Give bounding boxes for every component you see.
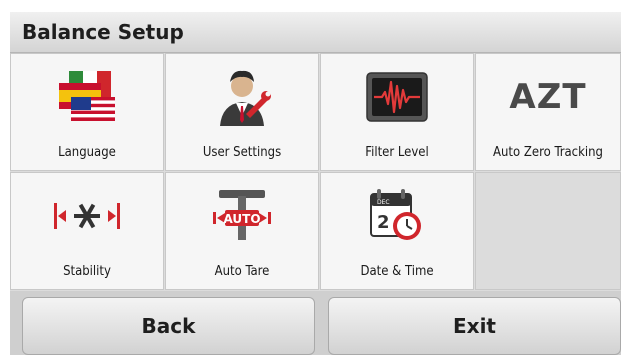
svg-text:AUTO: AUTO xyxy=(223,212,260,226)
empty-tile xyxy=(475,172,621,290)
page-title: Balance Setup xyxy=(22,20,184,44)
tile-stability[interactable]: Stability xyxy=(10,172,164,290)
calendar-clock-icon: DEC 2 xyxy=(321,181,473,251)
svg-text:DEC: DEC xyxy=(377,199,390,206)
tile-user-settings[interactable]: User Settings xyxy=(165,53,319,171)
stability-icon xyxy=(11,181,163,251)
waveform-icon xyxy=(321,62,473,132)
tile-label: Language xyxy=(58,145,116,160)
tile-label: Auto Zero Tracking xyxy=(493,145,603,160)
bottom-bar: Back Exit xyxy=(10,291,621,355)
tile-label: Stability xyxy=(63,264,111,279)
tile-auto-tare[interactable]: AUTO Auto Tare xyxy=(165,172,319,290)
tile-label: Filter Level xyxy=(365,145,429,160)
tile-auto-zero-tracking[interactable]: AZT Auto Zero Tracking xyxy=(475,53,621,171)
tile-filter-level[interactable]: Filter Level xyxy=(320,53,474,171)
tile-date-time[interactable]: DEC 2 Date & Time xyxy=(320,172,474,290)
azt-icon: AZT xyxy=(509,77,587,117)
balance-setup-screen: Balance Setup Language User Settings Fil… xyxy=(10,12,621,355)
tile-label: Auto Tare xyxy=(214,264,270,279)
auto-tare-icon: AUTO xyxy=(166,181,318,251)
tile-label: User Settings xyxy=(202,145,282,160)
tile-language[interactable]: Language xyxy=(10,53,164,171)
tile-label: Date & Time xyxy=(360,264,434,279)
svg-text:2: 2 xyxy=(377,212,390,233)
exit-button[interactable]: Exit xyxy=(328,297,621,355)
back-button[interactable]: Back xyxy=(22,297,315,355)
flags-icon xyxy=(11,62,163,132)
user-wrench-icon xyxy=(166,62,318,132)
title-bar: Balance Setup xyxy=(10,12,621,53)
settings-grid: Language User Settings Filter Level AZT … xyxy=(10,53,621,291)
